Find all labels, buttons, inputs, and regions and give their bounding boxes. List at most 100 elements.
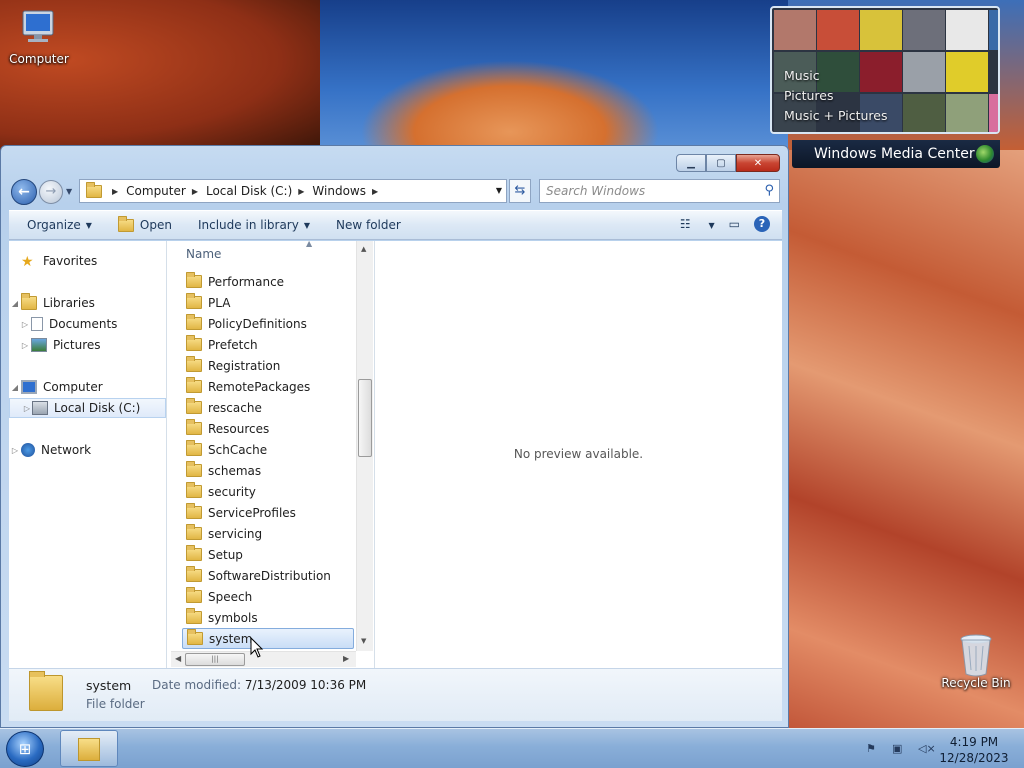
back-button[interactable]: ← <box>11 179 37 205</box>
nav-computer[interactable]: ◢ Computer <box>9 377 103 397</box>
include-in-library-button[interactable]: Include in library ▼ <box>198 218 310 232</box>
folder-icon <box>186 608 202 624</box>
nav-network[interactable]: ▷ Network <box>9 440 91 460</box>
file-row[interactable]: Performance <box>182 271 354 292</box>
taskbar-clock[interactable]: 4:19 PM 12/28/2023 <box>936 734 1012 766</box>
breadcrumb-computer[interactable]: Computer <box>126 184 186 198</box>
folder-icon <box>186 503 202 519</box>
desktop-icon-computer[interactable]: Computer <box>4 8 74 66</box>
change-view-icon[interactable]: ☷ ▼ <box>680 217 715 231</box>
file-row[interactable]: PolicyDefinitions <box>182 313 354 334</box>
breadcrumb-windows[interactable]: Windows <box>312 184 366 198</box>
nav-documents[interactable]: ▷ Documents <box>19 314 117 334</box>
minimize-icon: ▁ <box>687 157 695 169</box>
address-dropdown-icon[interactable]: ▼ <box>496 186 502 195</box>
file-row[interactable]: ServiceProfiles <box>182 502 354 523</box>
navigation-pane[interactable]: ★ Favorites ◢ Libraries ▷ Documents ▷ Pictur… <box>9 241 167 668</box>
file-row[interactable]: Speech <box>182 586 354 607</box>
search-input[interactable]: Search Windows ⚲ <box>539 179 780 203</box>
forward-button[interactable]: → <box>39 180 63 204</box>
file-list[interactable]: Name ▲ Performance PLA PolicyDefinitions Pr… <box>168 239 356 668</box>
nav-local-disk[interactable]: ▷ Local Disk (C:) <box>9 398 166 418</box>
search-icon[interactable]: ⚲ <box>764 183 774 198</box>
file-row[interactable]: servicing <box>182 523 354 544</box>
breadcrumb-local-disk[interactable]: Local Disk (C:) <box>206 184 292 198</box>
file-name: SchCache <box>208 442 268 457</box>
breadcrumb-chevron-icon[interactable]: ▶ <box>298 187 304 196</box>
file-row[interactable]: SoftwareDistribution <box>182 565 354 586</box>
organize-button[interactable]: Organize ▼ <box>27 218 92 232</box>
maximize-icon: ▢ <box>716 157 726 169</box>
collapsed-triangle-icon[interactable]: ▷ <box>19 320 31 329</box>
open-label: Open <box>139 218 172 232</box>
folder-icon <box>186 545 202 561</box>
preview-pane: No preview available. <box>374 241 782 668</box>
vertical-scroll-thumb[interactable] <box>358 379 372 457</box>
column-header-name[interactable]: Name ▲ <box>168 239 342 263</box>
breadcrumb-chevron-icon[interactable]: ▶ <box>372 187 378 196</box>
maximize-button[interactable]: ▢ <box>706 154 736 172</box>
file-row[interactable]: SchCache <box>182 439 354 460</box>
media-center-menu-pictures[interactable]: Pictures <box>784 86 888 106</box>
file-name: PLA <box>208 295 231 310</box>
volume-muted-icon[interactable]: ◁× <box>918 742 936 756</box>
file-row[interactable]: security <box>182 481 354 502</box>
media-center-menu-music[interactable]: Music <box>784 66 888 86</box>
nav-pictures[interactable]: ▷ Pictures <box>19 335 101 355</box>
media-center-brand-bold: Windows <box>814 146 877 162</box>
scroll-left-icon[interactable]: ◀ <box>175 654 181 663</box>
media-center-menu-music-pictures[interactable]: Music + Pictures <box>784 106 888 126</box>
expanded-triangle-icon[interactable]: ◢ <box>9 299 21 308</box>
open-folder-icon <box>117 215 134 232</box>
explorer-window[interactable]: ▁ ▢ ✕ ← → ▼ ▶ Computer ▶ Local Disk (C:)… <box>0 145 789 728</box>
collapsed-triangle-icon[interactable]: ▷ <box>9 446 21 455</box>
nav-libraries[interactable]: ◢ Libraries <box>9 293 95 313</box>
recent-pages-chevron-icon[interactable]: ▼ <box>66 187 72 196</box>
media-center-gadget[interactable]: Music Pictures Music + Pictures Windows … <box>770 6 1000 168</box>
preview-pane-icon[interactable]: ▭ <box>729 217 740 231</box>
file-name: security <box>208 484 256 499</box>
file-name: rescache <box>208 400 262 415</box>
collapsed-triangle-icon[interactable]: ▷ <box>10 404 32 413</box>
file-row[interactable]: RemotePackages <box>182 376 354 397</box>
network-status-icon[interactable]: ▣ <box>892 742 908 756</box>
desktop-icon-recycle-bin[interactable]: Recycle Bin <box>940 632 1012 690</box>
start-button[interactable]: ⊞ <box>6 731 44 767</box>
file-row[interactable]: Resources <box>182 418 354 439</box>
new-folder-button[interactable]: New folder <box>336 218 401 232</box>
close-button[interactable]: ✕ <box>736 154 780 172</box>
details-pane: system Date modified: 7/13/2009 10:36 PM… <box>9 668 782 721</box>
action-center-flag-icon[interactable]: ⚑ <box>866 742 882 756</box>
scroll-right-icon[interactable]: ▶ <box>343 654 349 663</box>
collapsed-triangle-icon[interactable]: ▷ <box>19 341 31 350</box>
horizontal-scroll-thumb[interactable]: ||| <box>185 653 245 666</box>
nav-network-label: Network <box>41 443 92 457</box>
folder-icon <box>186 587 202 603</box>
file-row[interactable]: schemas <box>182 460 354 481</box>
file-row[interactable]: rescache <box>182 397 354 418</box>
media-center-brand-bar[interactable]: Windows Media Center <box>792 140 1000 168</box>
file-row[interactable]: Prefetch <box>182 334 354 355</box>
address-bar[interactable]: ▶ Computer ▶ Local Disk (C:) ▶ Windows ▶… <box>79 179 507 203</box>
taskbar-explorer-button[interactable] <box>60 730 118 767</box>
file-row[interactable]: PLA <box>182 292 354 313</box>
open-button[interactable]: Open <box>117 215 172 232</box>
minimize-button[interactable]: ▁ <box>676 154 706 172</box>
clock-date: 12/28/2023 <box>939 751 1009 765</box>
vertical-scrollbar[interactable]: ▲ ▼ <box>356 241 373 651</box>
refresh-button[interactable]: ⇆ <box>509 179 531 203</box>
file-row[interactable]: system <box>182 628 354 649</box>
nav-favorites[interactable]: ★ Favorites <box>9 251 97 271</box>
folder-icon <box>186 335 202 351</box>
help-icon[interactable]: ? <box>754 216 770 232</box>
file-row[interactable]: Registration <box>182 355 354 376</box>
notification-area: ⚑ ▣ ◁× <box>866 742 944 756</box>
breadcrumb-chevron-icon[interactable]: ▶ <box>112 187 118 196</box>
expanded-triangle-icon[interactable]: ◢ <box>9 383 21 392</box>
file-name: Speech <box>208 589 253 604</box>
file-row[interactable]: symbols <box>182 607 354 628</box>
scroll-up-icon[interactable]: ▲ <box>361 245 366 253</box>
breadcrumb-chevron-icon[interactable]: ▶ <box>192 187 198 196</box>
file-row[interactable]: Setup <box>182 544 354 565</box>
scroll-down-icon[interactable]: ▼ <box>361 637 366 645</box>
